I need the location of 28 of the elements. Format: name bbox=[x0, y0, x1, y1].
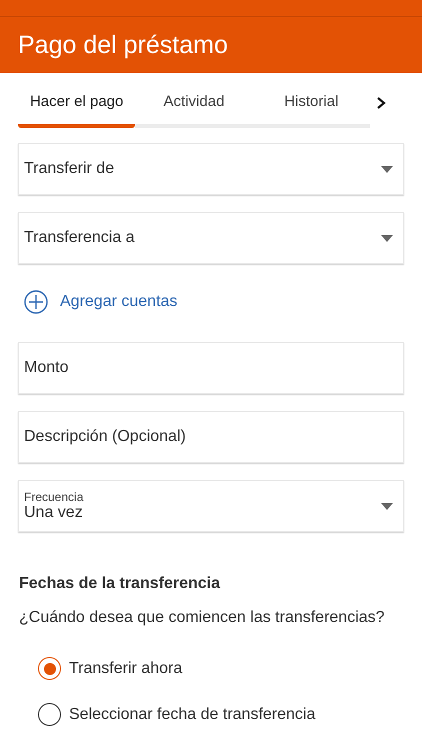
dropdown-field[interactable]: Transferir de bbox=[18, 143, 404, 195]
dropdown-field[interactable]: Transferencia a bbox=[18, 212, 404, 264]
page-title: Pago del préstamo bbox=[18, 30, 228, 60]
plus-circle-icon bbox=[24, 290, 48, 314]
caret-icon bbox=[381, 502, 393, 510]
radio-button[interactable] bbox=[38, 657, 61, 680]
field-placeholder: Monto bbox=[24, 359, 70, 377]
radio-option[interactable]: Transferir ahora bbox=[38, 657, 404, 680]
add-accounts-link[interactable]: Agregar cuentas bbox=[18, 283, 404, 321]
radio-option[interactable]: Seleccionar fecha de transferencia bbox=[38, 703, 404, 726]
field-placeholder: Transferir de bbox=[24, 160, 116, 178]
caret-icon bbox=[381, 166, 393, 172]
tab[interactable]: Hacer el pago bbox=[18, 89, 136, 128]
tab[interactable]: Historial bbox=[252, 89, 370, 128]
input-field[interactable]: Monto bbox=[18, 342, 404, 394]
field-value: Una vez bbox=[24, 504, 84, 522]
radio-button[interactable] bbox=[38, 703, 61, 726]
field-placeholder: Descripción (Opcional) bbox=[24, 428, 187, 446]
caret-icon bbox=[381, 234, 393, 242]
input-field[interactable]: Descripción (Opcional) bbox=[18, 411, 404, 463]
question-text: ¿Cuándo desea que comiencen las transferencias? bbox=[19, 608, 386, 628]
tab[interactable]: Actividad bbox=[135, 89, 253, 128]
section-heading: Fechas de la transferencia bbox=[19, 575, 222, 593]
radio-label: Transferir ahora bbox=[69, 660, 182, 678]
field-placeholder: Transferencia a bbox=[24, 229, 136, 247]
radio-label: Seleccionar fecha de transferencia bbox=[69, 706, 316, 724]
field-label: Frecuencia bbox=[24, 490, 84, 504]
dropdown-field[interactable]: Frecuencia Una vez bbox=[18, 480, 404, 532]
